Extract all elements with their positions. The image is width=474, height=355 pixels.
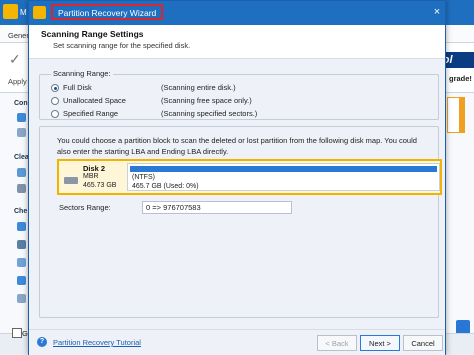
sidebar-section-label: Che	[14, 208, 28, 215]
radio-label[interactable]: Specified Range	[63, 109, 118, 118]
disk-type: MBR	[83, 173, 99, 180]
help-icon[interactable]: ?	[37, 337, 47, 347]
radio-label[interactable]: Full Disk	[63, 83, 92, 92]
radio-description: (Scanning specified sectors.)	[161, 109, 258, 118]
dialog-titlebar[interactable]: Partition Recovery Wizard ×	[29, 1, 445, 25]
cancel-button[interactable]: Cancel	[403, 335, 443, 351]
app-logo-icon	[33, 6, 46, 19]
apply-check-icon[interactable]	[456, 320, 470, 334]
close-icon[interactable]: ×	[431, 6, 443, 18]
disk-name: Disk 2	[83, 164, 106, 173]
app-logo-icon	[3, 4, 18, 19]
partition-usage-bar	[130, 166, 437, 172]
legend-checkbox[interactable]	[12, 328, 22, 338]
apply-check-icon[interactable]: ✓	[9, 52, 23, 66]
partition-recovery-tutorial-link[interactable]: Partition Recovery Tutorial	[53, 338, 141, 347]
menu-general[interactable]: Gener	[8, 31, 29, 40]
sectors-range-label: Sectors Range:	[59, 203, 111, 212]
page-title: Scanning Range Settings	[41, 29, 144, 39]
partition-usage-text: 465.7 GB (Used: 0%)	[132, 183, 199, 190]
radio-description: (Scanning entire disk.)	[161, 83, 236, 92]
radio-button[interactable]	[51, 97, 59, 105]
next-button[interactable]: Next >	[360, 335, 400, 351]
radio-label[interactable]: Unallocated Space	[63, 96, 126, 105]
back-button[interactable]: < Back	[317, 335, 357, 351]
scanning-range-legend: Scanning Range:	[51, 69, 113, 78]
sidebar-action-icon[interactable]	[17, 113, 26, 122]
radio-button[interactable]	[51, 110, 59, 118]
sidebar-action-icon[interactable]	[17, 240, 26, 249]
partition-filesystem: (NTFS)	[132, 174, 155, 181]
apply-button-label[interactable]: Apply	[8, 77, 27, 86]
disk-size: 465.73 GB	[83, 182, 117, 189]
disk-map-instructions: You could choose a partition block to sc…	[57, 136, 417, 156]
sidebar-action-icon[interactable]	[17, 128, 26, 137]
hard-disk-icon	[64, 177, 78, 184]
sidebar-action-icon[interactable]	[17, 184, 26, 193]
sidebar-action-icon[interactable]	[17, 258, 26, 267]
disk-map-row[interactable]: Disk 2 MBR 465.73 GB (NTFS) 465.7 GB (Us…	[57, 159, 442, 195]
main-title-fragment: M	[20, 8, 27, 17]
page-subtitle: Set scanning range for the specified dis…	[53, 41, 191, 50]
sidebar-section-label: Con	[14, 100, 28, 107]
upgrade-link[interactable]: grade!	[449, 74, 472, 83]
sidebar-action-icon[interactable]	[17, 276, 26, 285]
sidebar-section-label: Clea	[14, 154, 29, 161]
right-panel-scroll[interactable]	[459, 97, 465, 133]
sidebar-action-icon[interactable]	[17, 222, 26, 231]
dialog-title: Partition Recovery Wizard	[51, 4, 164, 20]
radio-description: (Scanning free space only.)	[161, 96, 252, 105]
sectors-range-input[interactable]	[142, 201, 292, 214]
sidebar-action-icon[interactable]	[17, 294, 26, 303]
legend-label: G	[22, 329, 28, 338]
partition-block[interactable]: (NTFS) 465.7 GB (Used: 0%)	[127, 163, 440, 191]
disk-info-block[interactable]: Disk 2 MBR 465.73 GB	[59, 161, 127, 193]
partition-recovery-dialog: Partition Recovery Wizard × Scanning Ran…	[28, 0, 446, 355]
sidebar-action-icon[interactable]	[17, 168, 26, 177]
radio-button[interactable]	[51, 84, 59, 92]
